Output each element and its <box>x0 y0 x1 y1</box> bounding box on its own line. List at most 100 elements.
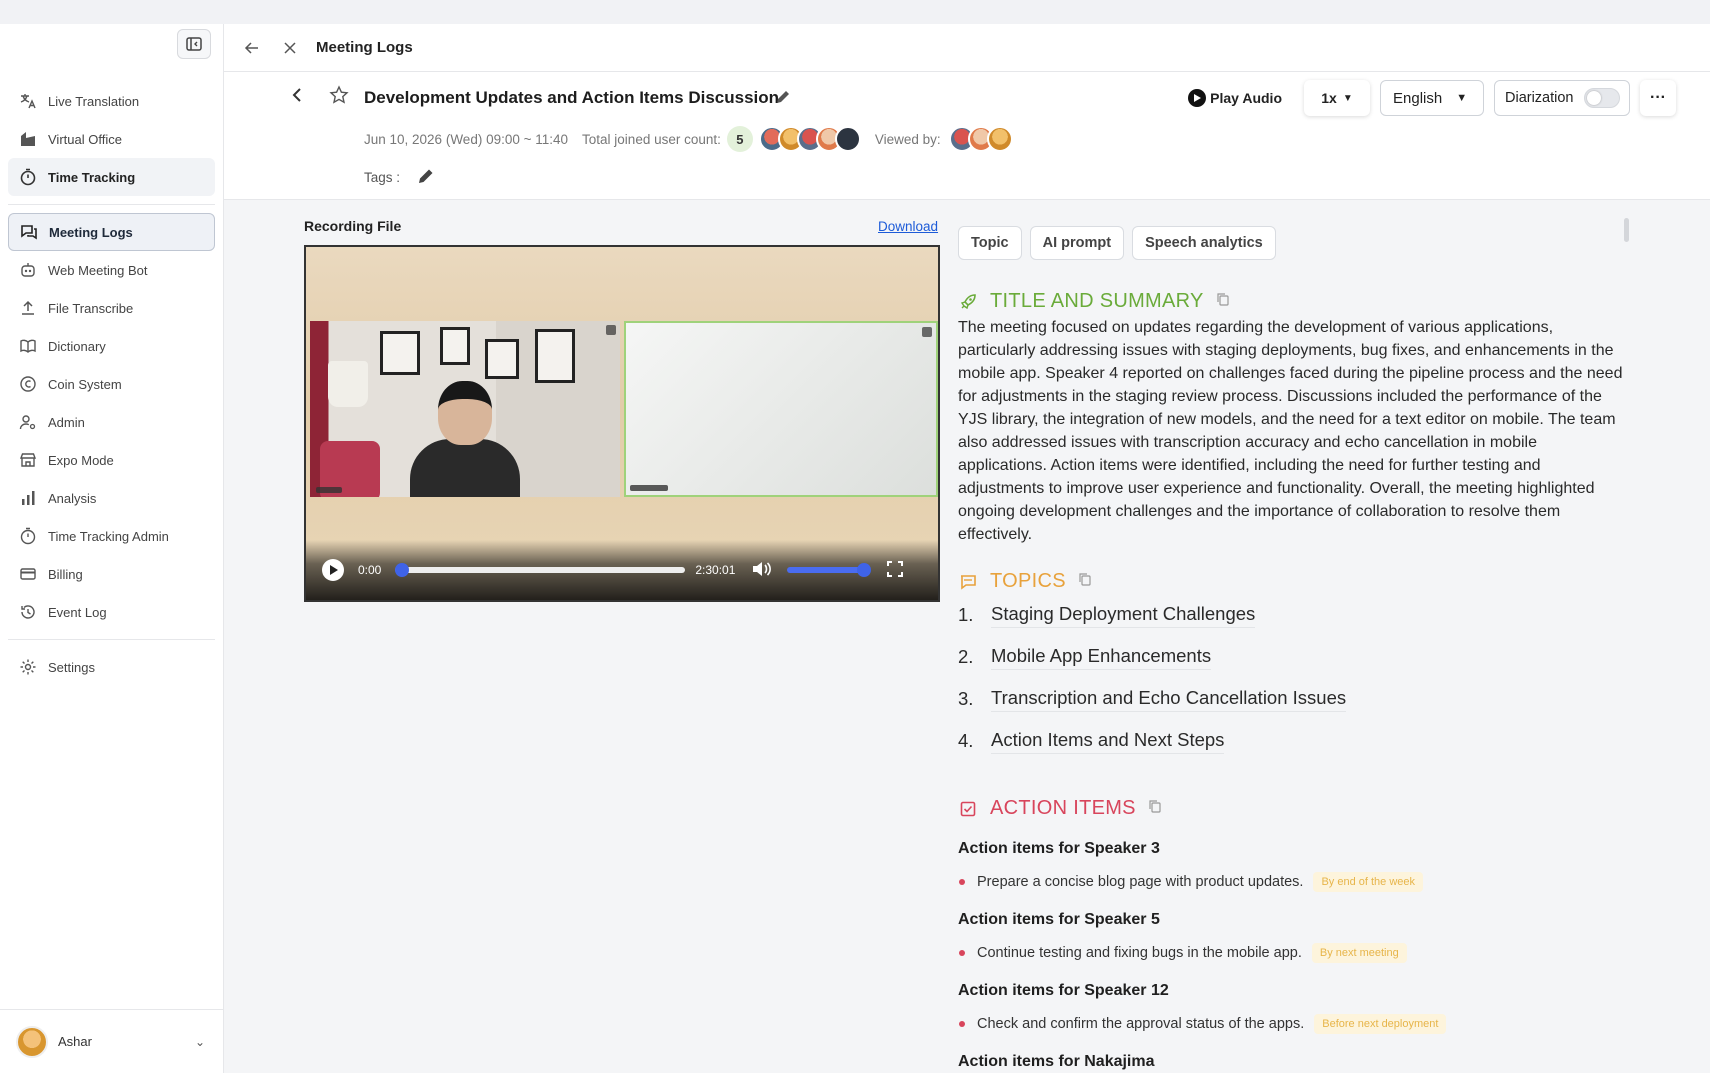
sidebar-item-label: Coin System <box>48 376 122 392</box>
volume-slider[interactable] <box>787 563 872 577</box>
bullet-dot <box>959 879 965 885</box>
sidebar-item-label: Time Tracking <box>48 169 136 185</box>
sidebar-item-web-meeting-bot[interactable]: Web Meeting Bot <box>8 251 215 289</box>
summary-section-header: TITLE AND SUMMARY <box>958 290 1230 313</box>
sidebar-item-meeting-logs[interactable]: Meeting Logs <box>8 213 215 251</box>
playback-speed-value: 1x <box>1321 90 1337 106</box>
volume-icon[interactable] <box>751 560 772 581</box>
sidebar-item-admin[interactable]: Admin <box>8 403 215 441</box>
page-title: Meeting Logs <box>316 39 413 56</box>
joined-avatars[interactable] <box>758 126 861 152</box>
total-time: 2:30:01 <box>695 563 736 577</box>
topics-list: 1. Staging Deployment Challenges 2. Mobile… <box>958 594 1628 762</box>
topic-text: Mobile App Enhancements <box>991 645 1212 670</box>
action-item-heading: Action items for Speaker 12 <box>958 982 1169 999</box>
meeting-actions: Play Audio 1x ▼ English ▼ Diarization ··… <box>1188 80 1676 116</box>
sidebar-nav: Live Translation Virtual Office Time Tra… <box>8 82 215 686</box>
diarization-label: Diarization <box>1505 90 1574 106</box>
meeting-info: Development Updates and Action Items Dis… <box>224 72 1710 200</box>
sidebar-item-label: File Transcribe <box>48 300 134 316</box>
caret-down-icon: ▼ <box>1456 92 1468 104</box>
sidebar-item-expo-mode[interactable]: Expo Mode <box>8 441 215 479</box>
action-item-row: Prepare a concise blog page with product… <box>958 872 1628 892</box>
download-link[interactable]: Download <box>878 219 938 234</box>
tags-label: Tags : <box>364 170 401 185</box>
language-select[interactable]: English ▼ <box>1380 80 1484 116</box>
sidebar-item-analysis[interactable]: Analysis <box>8 479 215 517</box>
action-item-group: Action items for Speaker 5 Continue test… <box>958 911 1628 963</box>
scrollbar[interactable] <box>1624 218 1629 242</box>
sidebar-item-file-transcribe[interactable]: File Transcribe <box>8 289 215 327</box>
language-value: English <box>1393 89 1443 107</box>
user-menu[interactable]: Ashar ⌄ <box>0 1009 223 1073</box>
playback-speed-select[interactable]: 1x ▼ <box>1304 80 1370 116</box>
sidebar-item-time-tracking-admin[interactable]: Time Tracking Admin <box>8 517 215 555</box>
copy-icon[interactable] <box>1078 572 1092 591</box>
fullscreen-icon[interactable] <box>887 560 904 580</box>
topic-number: 3. <box>958 688 974 709</box>
sidebar-item-settings[interactable]: Settings <box>8 648 215 686</box>
play-button[interactable] <box>322 559 344 581</box>
close-icon[interactable] <box>278 36 302 60</box>
edit-pencil-icon[interactable] <box>774 88 792 111</box>
topic-text: Transcription and Echo Cancellation Issu… <box>991 687 1347 712</box>
panel-collapse-icon <box>186 37 202 51</box>
comment-icon <box>958 572 978 592</box>
rocket-icon <box>958 292 978 312</box>
topic-text: Action Items and Next Steps <box>991 729 1225 754</box>
sidebar-divider <box>8 639 215 640</box>
sidebar-collapse-button[interactable] <box>177 29 211 59</box>
star-icon[interactable] <box>329 85 349 110</box>
video-player[interactable]: 0:00 2:30:01 <box>304 245 940 602</box>
copy-icon[interactable] <box>1148 799 1162 818</box>
sidebar-item-dictionary[interactable]: Dictionary <box>8 327 215 365</box>
joined-count-badge: 5 <box>726 126 753 152</box>
play-icon <box>329 565 338 575</box>
bar-chart-icon <box>18 488 38 508</box>
wall-frame <box>485 339 519 379</box>
play-audio-button[interactable]: Play Audio <box>1188 89 1282 107</box>
video-controls: 0:00 2:30:01 <box>306 540 938 600</box>
timer-icon <box>18 167 38 187</box>
progress-knob[interactable] <box>395 563 410 577</box>
chevron-left-icon[interactable] <box>290 86 304 109</box>
sidebar-item-virtual-office[interactable]: Virtual Office <box>8 120 215 158</box>
summary-text: The meeting focused on updates regarding… <box>958 319 1623 543</box>
sidebar-item-live-translation[interactable]: Live Translation <box>8 82 215 120</box>
diarization-toggle[interactable] <box>1583 88 1620 108</box>
volume-knob[interactable] <box>857 563 872 577</box>
translate-icon <box>18 91 38 111</box>
tab-topic[interactable]: Topic <box>958 226 1022 260</box>
joined-count-label: Total joined user count: <box>582 131 721 147</box>
list-item[interactable]: 1. Staging Deployment Challenges <box>958 594 1628 636</box>
user-name: Ashar <box>58 1034 92 1049</box>
action-item-row: Check and confirm the approval status of… <box>958 1014 1628 1034</box>
sidebar-item-time-tracking[interactable]: Time Tracking <box>8 158 215 196</box>
tab-speech-analytics[interactable]: Speech analytics <box>1132 226 1276 260</box>
list-item[interactable]: 2. Mobile App Enhancements <box>958 636 1628 678</box>
play-circle-icon <box>1188 89 1207 107</box>
copy-icon[interactable] <box>1216 292 1230 311</box>
meeting-meta: Jun 10, 2026 (Wed) 09:00 ~ 11:40 Total j… <box>364 126 1027 152</box>
action-item-text: Check and confirm the approval status of… <box>977 1016 1305 1032</box>
window-top-strip <box>0 0 1710 24</box>
wall-frame <box>535 329 575 383</box>
back-arrow-icon[interactable] <box>240 36 264 60</box>
sidebar-item-coin-system[interactable]: Coin System <box>8 365 215 403</box>
chat-log-icon <box>19 222 39 242</box>
edit-tags-pencil-icon[interactable] <box>416 166 436 189</box>
list-item[interactable]: 3. Transcription and Echo Cancellation Is… <box>958 678 1628 720</box>
viewed-by-avatars[interactable] <box>948 126 1013 152</box>
sidebar-item-billing[interactable]: Billing <box>8 555 215 593</box>
store-icon <box>18 450 38 470</box>
more-options-button[interactable]: ··· <box>1640 80 1676 116</box>
sidebar-item-label: Dictionary <box>48 338 106 354</box>
sidebar-item-label: Virtual Office <box>48 131 122 147</box>
due-badge: By next meeting <box>1311 943 1407 963</box>
progress-bar[interactable] <box>395 563 686 577</box>
list-item[interactable]: 4. Action Items and Next Steps <box>958 720 1628 762</box>
tab-ai-prompt[interactable]: AI prompt <box>1029 226 1125 260</box>
sidebar-item-event-log[interactable]: Event Log <box>8 593 215 631</box>
chevron-down-icon: ⌄ <box>194 1034 205 1049</box>
avatar <box>16 1025 48 1058</box>
